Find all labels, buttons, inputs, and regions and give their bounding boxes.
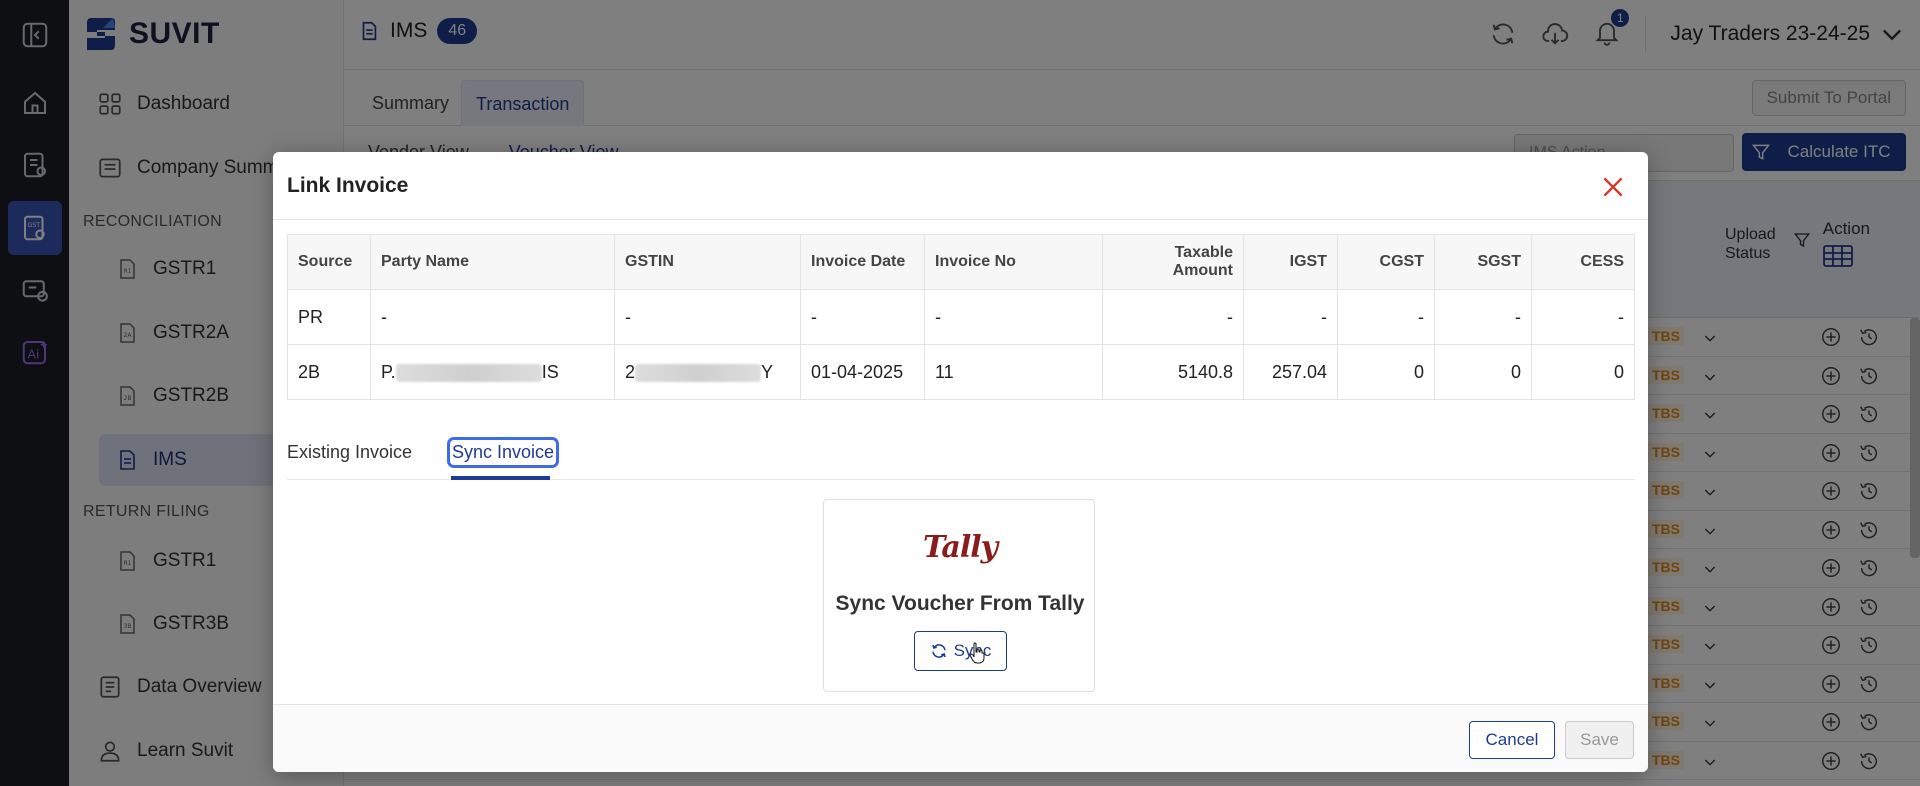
- close-icon[interactable]: [1600, 174, 1626, 200]
- hand-cursor-icon: [969, 642, 985, 664]
- cell-sgst: 0: [1434, 344, 1532, 400]
- column-header: GSTIN: [614, 234, 801, 290]
- modal-title: Link Invoice: [287, 174, 409, 197]
- column-header: CGST: [1337, 234, 1435, 290]
- party-name-start: P.: [381, 361, 396, 382]
- sync-heading: Sync Voucher From Tally: [835, 592, 1085, 615]
- column-header: IGST: [1243, 234, 1338, 290]
- gstin-end: Y: [761, 361, 774, 382]
- gstin-start: 2: [625, 361, 636, 382]
- cell-cess: -: [1531, 289, 1635, 345]
- table-row: 2B P. IS 2Y 01-04-2025 11 5140.8 257.04 0…: [287, 344, 1635, 400]
- tally-logo: Tally: [922, 530, 998, 565]
- cancel-button[interactable]: Cancel: [1469, 721, 1555, 759]
- cell-sgst: -: [1434, 289, 1532, 345]
- cell-invoice-no: -: [924, 289, 1103, 345]
- column-header: Invoice No: [924, 234, 1103, 290]
- table-row: PR - - - - - - - - -: [287, 289, 1635, 345]
- column-header: Invoice Date: [800, 234, 925, 290]
- refresh-icon: [931, 644, 946, 658]
- cell-cgst: 0: [1337, 344, 1435, 400]
- column-header: Source: [287, 234, 371, 290]
- tab-sync-invoice[interactable]: Sync Invoice: [446, 437, 560, 468]
- cell-taxable-amount: 5140.8: [1102, 344, 1244, 400]
- cell-invoice-date: 01-04-2025: [800, 344, 925, 400]
- cell-gstin: 2Y: [614, 344, 801, 400]
- cell-cgst: -: [1337, 289, 1435, 345]
- sync-button[interactable]: Sync: [914, 631, 1007, 671]
- cell-cess: 0: [1531, 344, 1635, 400]
- column-header: CESS: [1531, 234, 1635, 290]
- redacted-text: [635, 363, 762, 382]
- invoice-compare-table: Source Party Name GSTIN Invoice Date Inv…: [287, 234, 1635, 400]
- active-tab-indicator: [451, 476, 550, 480]
- cell-igst: 257.04: [1243, 344, 1338, 400]
- cell-invoice-no: 11: [924, 344, 1103, 400]
- cell-source: PR: [287, 289, 371, 345]
- column-header: Party Name: [370, 234, 615, 290]
- cell-source: 2B: [287, 344, 371, 400]
- modal-header: Link Invoice: [273, 152, 1648, 220]
- cell-gstin: -: [614, 289, 801, 345]
- redacted-text: [395, 363, 542, 382]
- save-button[interactable]: Save: [1565, 721, 1634, 759]
- party-name-end: IS: [541, 361, 559, 382]
- cell-party-name: -: [370, 289, 615, 345]
- table-header-row: Source Party Name GSTIN Invoice Date Inv…: [287, 234, 1635, 290]
- cell-igst: -: [1243, 289, 1338, 345]
- invoice-tabs: Existing Invoice Sync Invoice: [287, 436, 1635, 480]
- cell-taxable-amount: -: [1102, 289, 1244, 345]
- column-header: Taxable Amount: [1102, 234, 1244, 290]
- cell-party-name: P. IS: [370, 344, 615, 400]
- modal-footer: Cancel Save: [273, 704, 1648, 772]
- tab-existing-invoice[interactable]: Existing Invoice: [287, 442, 412, 463]
- link-invoice-modal: Link Invoice Source Party Name GSTIN Inv…: [273, 152, 1648, 772]
- column-header: SGST: [1434, 234, 1532, 290]
- cell-invoice-date: -: [800, 289, 925, 345]
- sync-card: Tally Sync Voucher From Tally Sync: [823, 499, 1095, 692]
